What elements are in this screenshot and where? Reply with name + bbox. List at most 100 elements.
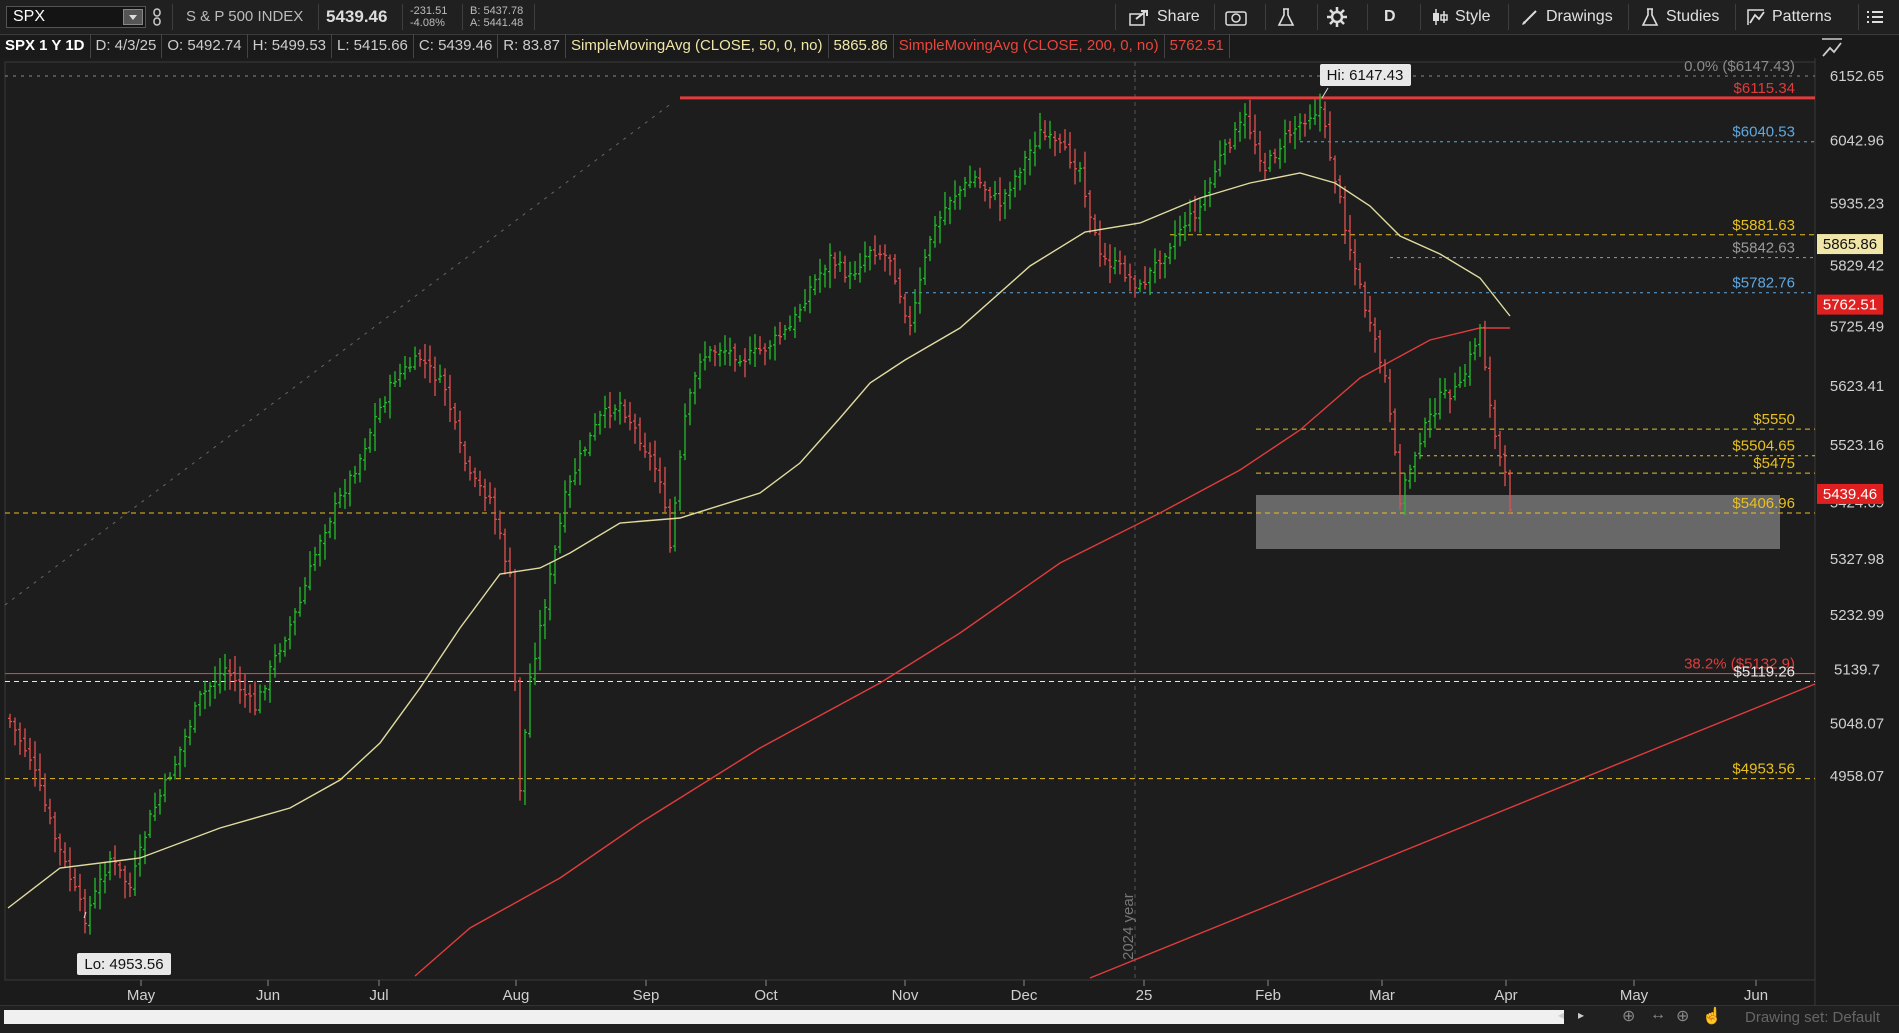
gear-icon: [1327, 6, 1347, 27]
share-icon: [1129, 9, 1148, 26]
chart-title: SPX 1 Y 1D: [0, 34, 91, 58]
flask-icon: [1641, 7, 1659, 26]
x-month-label: Sep: [633, 987, 660, 1004]
top-toolbar: SPX S & P 500 INDEX 5439.46 -231.51 -4.0…: [0, 0, 1899, 35]
x-month-label: Feb: [1255, 987, 1281, 1004]
zoom-icon[interactable]: ⊕: [1622, 1006, 1635, 1026]
price-tag-label: 5439.46: [1823, 486, 1877, 503]
percent-change: -4.08%: [410, 17, 445, 29]
y-tick-label: 5232.99: [1830, 607, 1884, 624]
ask-price: A: 5441.48: [470, 17, 524, 29]
y-tick-label: 5725.49: [1830, 318, 1884, 335]
bar-open: O: 5492.74: [162, 34, 248, 58]
scroll-left-icon[interactable]: ◂: [1558, 1008, 1564, 1022]
x-month-label: 25: [1136, 987, 1153, 1004]
price-level-label: $4953.56: [1732, 761, 1795, 778]
pencil-icon: [1522, 10, 1537, 25]
x-month-label: Nov: [892, 987, 919, 1004]
sma50-value: 5865.86: [829, 34, 894, 58]
price-level-label: $5119.26: [1734, 664, 1795, 681]
support-zone-box[interactable]: [1256, 495, 1780, 549]
share-button[interactable]: Share: [1129, 0, 1200, 34]
price-level-label: $6040.53: [1732, 124, 1795, 141]
hi-label: Hi: 6147.43: [1327, 67, 1404, 84]
list-menu-icon: [1867, 10, 1883, 23]
x-month-label: Mar: [1369, 987, 1395, 1004]
last-price: 5439.46: [326, 7, 388, 26]
price-level-label: $5475: [1753, 455, 1795, 472]
symbol-description: S & P 500 INDEX: [186, 8, 304, 25]
patterns-button[interactable]: Patterns: [1746, 0, 1832, 34]
scroll-thumb[interactable]: [4, 1010, 1564, 1024]
bar-close: C: 5439.46: [414, 34, 499, 58]
bar-high: H: 5499.53: [248, 34, 332, 58]
candlestick-icon: [1433, 8, 1448, 25]
chart-info-bar: SPX 1 Y 1D D: 4/3/25 O: 5492.74 H: 5499.53 L…: [0, 34, 1820, 58]
bar-range: R: 83.87: [498, 34, 567, 58]
drawings-button[interactable]: Drawings: [1520, 0, 1613, 34]
y-tick-label: 5523.16: [1830, 437, 1884, 454]
lo-label: Lo: 4953.56: [84, 956, 163, 973]
flask-icon: [1277, 7, 1295, 26]
price-tag-label: 5865.86: [1823, 236, 1877, 253]
x-month-label: Oct: [754, 987, 778, 1004]
settings-button[interactable]: [1326, 0, 1354, 34]
bar-low: L: 5415.66: [332, 34, 414, 58]
x-month-label: May: [1620, 987, 1649, 1004]
screenshot-button[interactable]: [1225, 0, 1253, 34]
cursor-icon[interactable]: ☝: [1702, 1006, 1722, 1026]
studies-button[interactable]: Studies: [1640, 0, 1719, 34]
studies-label: Studies: [1666, 8, 1720, 25]
price-level-label: $5406.96: [1732, 495, 1795, 512]
price-level-label: $6115.34: [1734, 80, 1795, 97]
y-tick-label: 5935.23: [1830, 195, 1884, 212]
symbol-text: SPX: [13, 8, 46, 25]
style-label: Style: [1455, 8, 1491, 25]
year-marker: 2024 year: [1120, 893, 1137, 960]
price-level-label: $5504.65: [1732, 438, 1795, 455]
patterns-label: Patterns: [1772, 8, 1832, 25]
price-level-label: $5842.63: [1732, 240, 1795, 257]
x-month-label: Dec: [1011, 987, 1038, 1004]
y-tick-label: 5327.98: [1830, 551, 1884, 568]
chart-svg[interactable]: 0.0% ($6147.43) $6115.34 $6040.53 $5881.63 $…: [0, 58, 1899, 1005]
flask-button[interactable]: [1276, 0, 1302, 34]
pan-icon[interactable]: ↔: [1650, 1006, 1666, 1024]
symbol-input[interactable]: SPX: [6, 6, 146, 28]
x-month-label: May: [127, 987, 156, 1004]
scroll-right-icon[interactable]: ▸: [1578, 1008, 1584, 1022]
x-month-label: Jun: [1744, 987, 1768, 1004]
price-level-label: $5782.76: [1732, 275, 1795, 292]
chart-scrollbar[interactable]: ◂ ▸ ⊕ ↔ ⊕ ☝ Drawing set: Default: [0, 1005, 1899, 1033]
drawings-label: Drawings: [1546, 8, 1613, 25]
x-month-label: Aug: [503, 987, 530, 1004]
price-level-label: $5881.63: [1732, 217, 1795, 234]
x-month-label: Apr: [1494, 987, 1517, 1004]
y-tick-label: 5048.07: [1830, 715, 1884, 732]
sma200-value: 5762.51: [1165, 34, 1230, 58]
drawing-set-label[interactable]: Drawing set: Default: [1745, 1009, 1880, 1026]
x-month-label: Jun: [256, 987, 280, 1004]
bar-date: D: 4/3/25: [91, 34, 163, 58]
pattern-icon: [1747, 9, 1765, 25]
y-tick-label: 6152.65: [1830, 68, 1884, 85]
sma50-label[interactable]: SimpleMovingAvg (CLOSE, 50, 0, no): [566, 34, 829, 58]
price-chart[interactable]: 0.0% ($6147.43) $6115.34 $6040.53 $5881.63 $…: [0, 58, 1899, 1032]
y-tick-label: 5829.42: [1830, 257, 1884, 274]
symbol-dropdown-icon[interactable]: [123, 9, 143, 25]
camera-icon: [1225, 11, 1247, 26]
menu-button[interactable]: [1866, 0, 1890, 34]
style-button[interactable]: Style: [1431, 0, 1491, 34]
aggregation-button[interactable]: D: [1384, 0, 1396, 34]
price-level-label: $5550: [1753, 411, 1795, 428]
link-icon[interactable]: [152, 0, 166, 34]
y-tick-label: 6042.96: [1830, 132, 1884, 149]
y-tick-label: 4958.07: [1830, 768, 1884, 785]
crosshair-icon[interactable]: ⊕: [1676, 1006, 1689, 1026]
share-label: Share: [1157, 8, 1200, 25]
sma200-label[interactable]: SimpleMovingAvg (CLOSE, 200, 0, no): [894, 34, 1165, 58]
x-month-label: Jul: [369, 987, 388, 1004]
price-level-label: 0.0% ($6147.43): [1684, 58, 1795, 75]
y-tick-label: 5623.41: [1830, 378, 1884, 395]
price-tag-label: 5762.51: [1823, 297, 1877, 314]
